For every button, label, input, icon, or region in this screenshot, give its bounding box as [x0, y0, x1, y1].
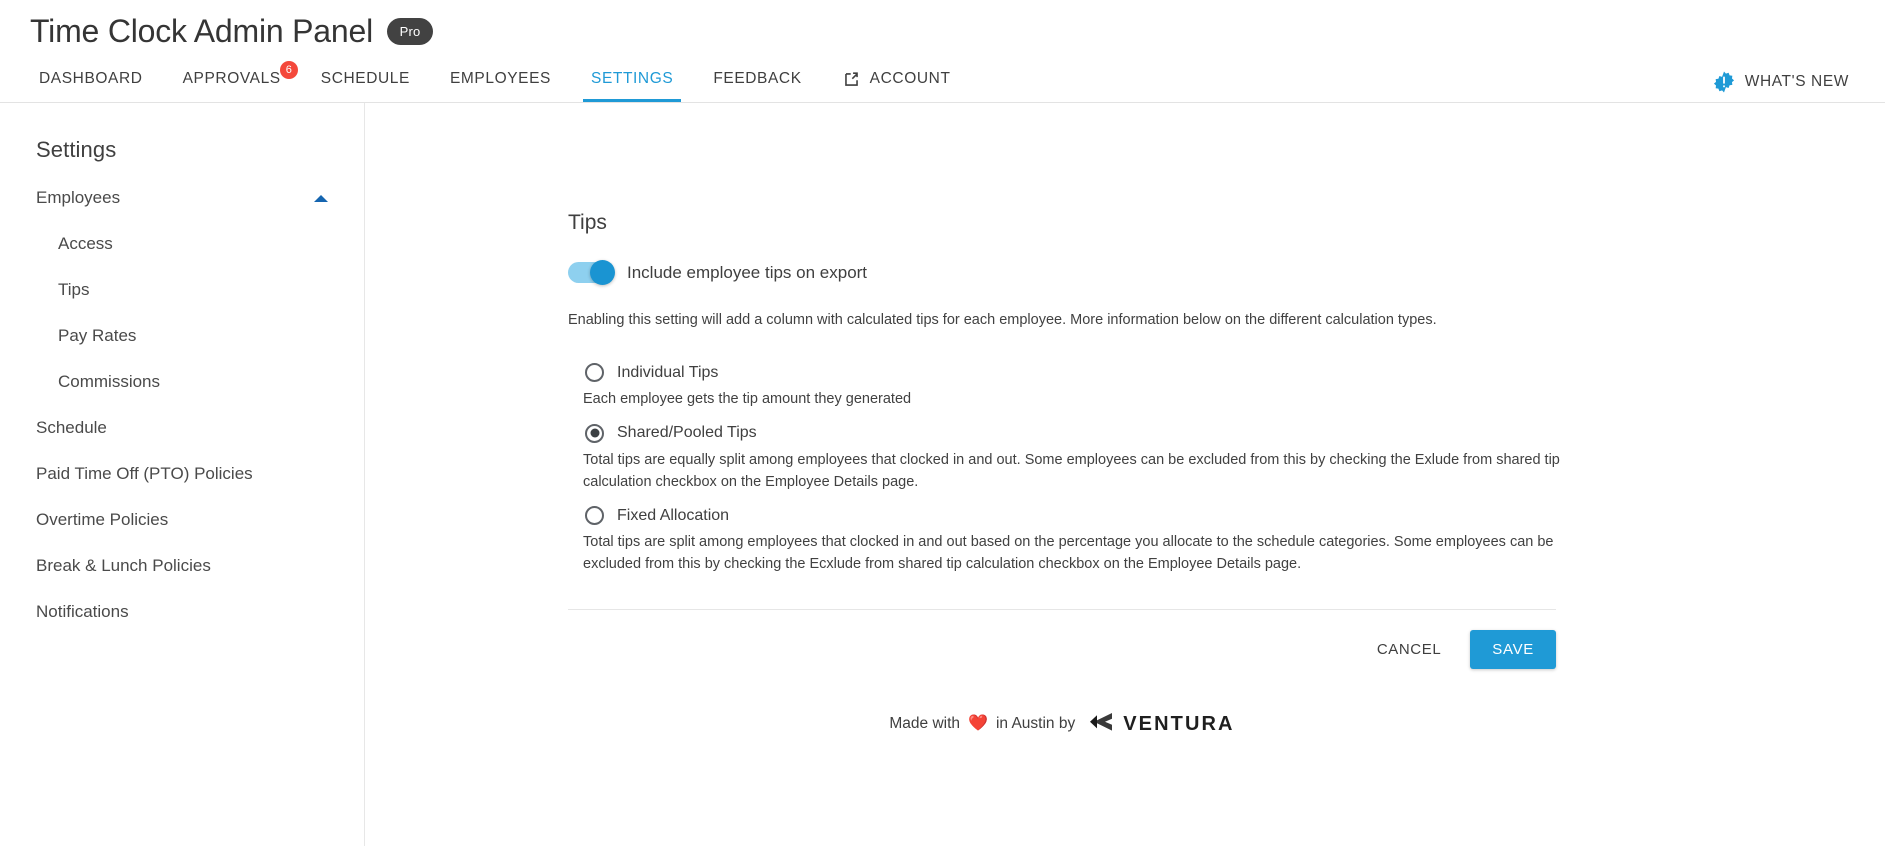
sidebar-item-break-lunch-policies[interactable]: Break & Lunch Policies: [0, 543, 364, 589]
whats-new-button[interactable]: WHAT'S NEW: [1713, 71, 1849, 93]
tab-approvals-label: APPROVALS: [182, 70, 281, 87]
include-tips-toggle-label: Include employee tips on export: [627, 262, 868, 282]
sidebar-item-break-lunch-policies-label: Break & Lunch Policies: [36, 556, 211, 575]
app-header: Time Clock Admin Panel Pro DASHBOARD APP…: [0, 0, 1885, 103]
ventura-wordmark: VENTURA: [1123, 712, 1235, 735]
sidebar-item-pto-policies[interactable]: Paid Time Off (PTO) Policies: [0, 451, 364, 497]
sidebar-title: Settings: [36, 137, 117, 162]
ventura-logo: VENTURA: [1088, 711, 1234, 738]
radio-fixed-allocation-label: Fixed Allocation: [617, 506, 730, 524]
tab-account[interactable]: ACCOUNT: [822, 56, 971, 102]
external-link-icon: [842, 70, 861, 89]
sidebar-group-employees[interactable]: Employees: [0, 175, 364, 221]
main-content: Tips Include employee tips on export Ena…: [365, 103, 1885, 846]
tab-employees[interactable]: EMPLOYEES: [430, 56, 571, 102]
tab-feedback[interactable]: FEEDBACK: [693, 56, 821, 102]
sidebar-item-pay-rates-label: Pay Rates: [58, 326, 137, 345]
main-nav: DASHBOARD APPROVALS 6 SCHEDULE EMPLOYEES…: [0, 56, 1885, 102]
radio-fixed-allocation-icon[interactable]: [585, 506, 604, 526]
sidebar-item-schedule-label: Schedule: [36, 418, 107, 437]
sidebar-item-notifications-label: Notifications: [36, 602, 129, 621]
plan-badge: Pro: [387, 17, 433, 45]
sidebar-item-notifications[interactable]: Notifications: [0, 589, 364, 635]
tab-approvals[interactable]: APPROVALS 6: [163, 56, 301, 102]
tip-calculation-options: Individual Tips Each employee gets the t…: [583, 363, 1568, 576]
sidebar-item-access-label: Access: [58, 234, 113, 253]
sidebar-item-pay-rates[interactable]: Pay Rates: [0, 313, 364, 359]
tab-schedule-label: SCHEDULE: [320, 70, 410, 87]
include-tips-toggle[interactable]: [568, 260, 615, 285]
radio-shared-pooled-tips-description: Total tips are equally split among emplo…: [583, 451, 1560, 490]
approvals-count-badge: 6: [279, 61, 298, 79]
app-title-row: Time Clock Admin Panel Pro: [0, 0, 1885, 56]
tab-feedback-label: FEEDBACK: [713, 70, 802, 87]
section-title: Tips: [568, 211, 607, 234]
alert-burst-icon: [1713, 71, 1735, 93]
include-tips-toggle-row[interactable]: Include employee tips on export: [568, 260, 868, 285]
sidebar-group-employees-label: Employees: [36, 188, 121, 207]
sidebar-item-tips-label: Tips: [58, 280, 90, 299]
sidebar-item-commissions-label: Commissions: [58, 372, 161, 391]
radio-option-shared-pooled-tips[interactable]: Shared/Pooled Tips: [585, 423, 757, 443]
heart-icon: ❤️: [968, 715, 988, 733]
sidebar-item-commissions[interactable]: Commissions: [0, 359, 364, 405]
page-title: Time Clock Admin Panel: [30, 13, 373, 49]
tips-intro-text: Enabling this setting will add a column …: [568, 312, 1437, 328]
radio-fixed-allocation-description: Total tips are split among employees tha…: [583, 534, 1554, 573]
ventura-chevron-icon: [1088, 711, 1114, 738]
radio-individual-tips-label: Individual Tips: [617, 363, 719, 381]
settings-sidebar: Settings Employees Access Tips Pay Rates…: [0, 103, 365, 846]
tab-account-label: ACCOUNT: [869, 70, 951, 87]
save-button[interactable]: SAVE: [1470, 629, 1556, 669]
tips-settings-panel: Tips Include employee tips on export Ena…: [568, 103, 1568, 669]
footer-made-with-text: Made with: [889, 715, 961, 733]
cancel-button[interactable]: CANCEL: [1361, 631, 1457, 668]
sidebar-item-overtime-policies-label: Overtime Policies: [36, 510, 169, 529]
radio-shared-pooled-tips-icon[interactable]: [585, 423, 604, 443]
tab-employees-label: EMPLOYEES: [449, 70, 551, 87]
sidebar-item-schedule[interactable]: Schedule: [0, 405, 364, 451]
page-footer: Made with ❤️ in Austin by VENTURA: [568, 669, 1556, 738]
radio-option-individual-tips[interactable]: Individual Tips: [585, 363, 719, 383]
tab-dashboard-label: DASHBOARD: [39, 70, 143, 87]
sidebar-item-access[interactable]: Access: [0, 221, 364, 267]
radio-shared-pooled-tips-label: Shared/Pooled Tips: [617, 424, 757, 442]
radio-individual-tips-icon[interactable]: [585, 363, 604, 383]
form-actions: CANCEL SAVE: [568, 610, 1556, 669]
tab-settings[interactable]: SETTINGS: [571, 56, 693, 102]
tab-dashboard[interactable]: DASHBOARD: [30, 56, 163, 102]
tab-schedule[interactable]: SCHEDULE: [301, 56, 430, 102]
toggle-knob: [590, 260, 615, 285]
radio-option-fixed-allocation[interactable]: Fixed Allocation: [585, 506, 730, 526]
sidebar-item-tips[interactable]: Tips: [0, 267, 364, 313]
body-wrapper: Settings Employees Access Tips Pay Rates…: [0, 103, 1885, 846]
radio-individual-tips-description: Each employee gets the tip amount they g…: [583, 391, 912, 408]
footer-city-text: in Austin by: [995, 715, 1076, 733]
whats-new-label: WHAT'S NEW: [1744, 73, 1849, 90]
tab-settings-label: SETTINGS: [591, 70, 674, 87]
sidebar-item-overtime-policies[interactable]: Overtime Policies: [0, 497, 364, 543]
sidebar-item-pto-policies-label: Paid Time Off (PTO) Policies: [36, 464, 253, 483]
caret-up-icon: [314, 194, 328, 202]
